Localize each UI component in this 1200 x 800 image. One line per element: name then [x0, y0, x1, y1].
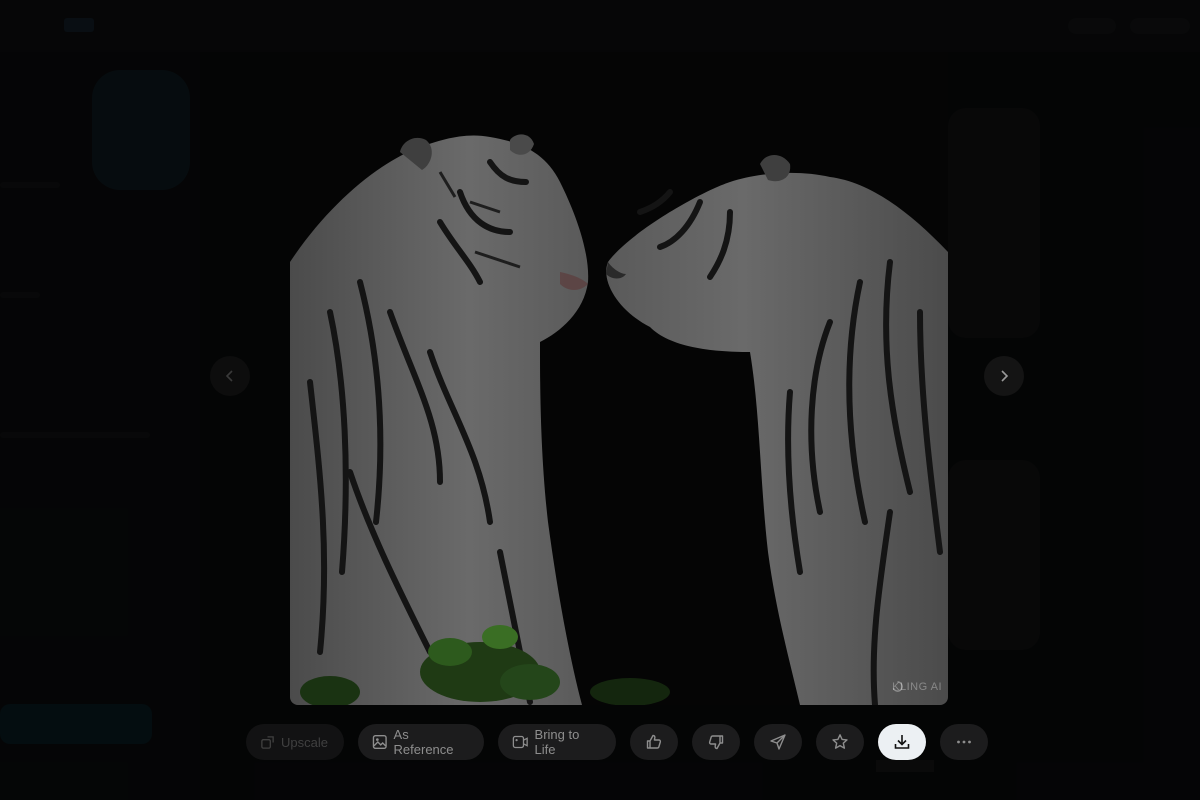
share-button[interactable]	[754, 724, 802, 760]
watermark: KLING AI	[892, 681, 942, 693]
chevron-right-icon	[1001, 370, 1009, 382]
more-icon	[957, 740, 971, 744]
upscale-icon	[261, 735, 274, 749]
bring-to-life-button[interactable]: Bring to Life	[498, 724, 616, 760]
more-options-button[interactable]	[940, 724, 988, 760]
like-button[interactable]	[630, 724, 678, 760]
star-icon	[832, 734, 848, 749]
next-image-button[interactable]	[984, 356, 1024, 396]
as-reference-label: As Reference	[393, 727, 454, 757]
upscale-label: Upscale	[281, 734, 328, 750]
upscale-button[interactable]: Upscale	[246, 724, 344, 760]
generated-image: KLING AI	[290, 52, 948, 705]
as-reference-button[interactable]: As Reference	[358, 724, 484, 760]
previous-image-button[interactable]	[210, 356, 250, 396]
favorite-button[interactable]	[816, 724, 864, 760]
download-button[interactable]	[878, 724, 926, 760]
bring-to-life-label: Bring to Life	[534, 727, 580, 757]
send-icon	[770, 734, 786, 750]
video-icon	[512, 735, 528, 749]
download-icon	[894, 735, 910, 749]
thumbs-up-icon	[646, 734, 662, 749]
kling-logo-icon	[892, 681, 903, 692]
tigers-illustration	[290, 52, 948, 705]
thumbs-down-icon	[708, 735, 724, 750]
dislike-button[interactable]	[692, 724, 740, 760]
chevron-left-icon	[225, 370, 233, 382]
image-action-toolbar: Upscale As Reference Bring to Life	[246, 724, 988, 760]
download-button-shadow	[876, 760, 934, 772]
image-icon	[372, 735, 387, 749]
